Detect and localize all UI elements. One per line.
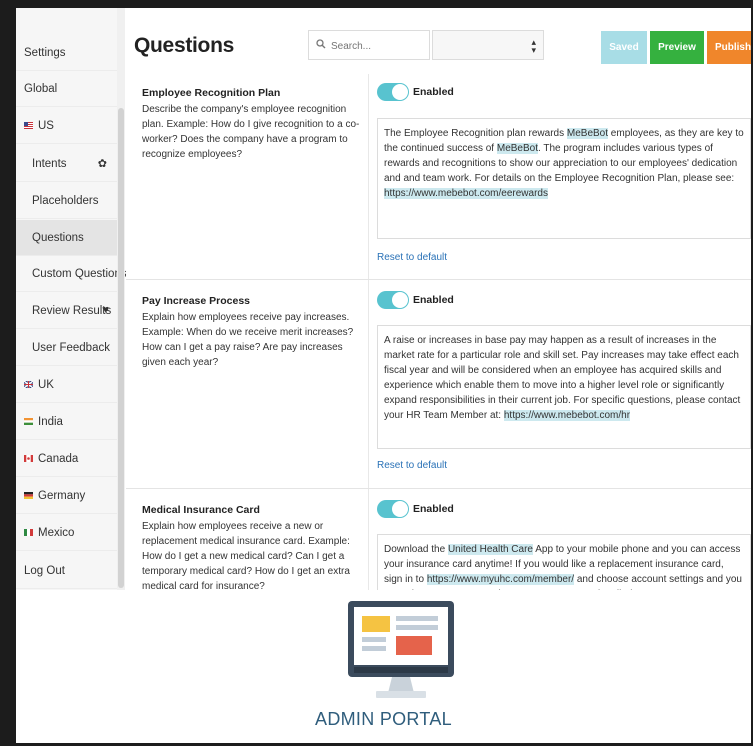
enabled-toggle[interactable] bbox=[377, 83, 409, 101]
sidebar-item-user-feedback[interactable]: User Feedback bbox=[16, 330, 117, 366]
question-description: Describe the company's employee recognit… bbox=[142, 104, 360, 160]
question-row: Employee Recognition Plan Describe the c… bbox=[126, 74, 751, 280]
sidebar-item-label: User Feedback bbox=[32, 341, 110, 354]
sidebar-item-label: Settings bbox=[24, 46, 66, 59]
sidebar-item-uk[interactable]: UK bbox=[16, 367, 117, 403]
enabled-toggle[interactable] bbox=[377, 291, 409, 309]
preview-button[interactable]: Preview bbox=[650, 31, 704, 64]
frame-border-top bbox=[0, 0, 753, 8]
search-input[interactable] bbox=[329, 36, 428, 56]
highlighted-text: https://www.mebebot.com/hr bbox=[503, 410, 631, 421]
sidebar-item-review-results[interactable]: Review Results ♥ bbox=[16, 293, 117, 329]
mexico-flag-icon bbox=[24, 529, 33, 536]
toggle-label: Enabled bbox=[413, 503, 454, 515]
sidebar-item-label: Log Out bbox=[24, 564, 65, 577]
sidebar-scrollbar-thumb[interactable] bbox=[118, 108, 124, 588]
highlighted-text: https://www.mebebot.com/eerewards bbox=[384, 188, 548, 199]
answer-textarea[interactable]: A raise or increases in base pay may hap… bbox=[377, 325, 751, 449]
column-divider bbox=[368, 74, 369, 279]
admin-portal-label: ADMIN PORTAL bbox=[315, 709, 452, 729]
sidebar-item-us[interactable]: US bbox=[16, 108, 117, 144]
sidebar-item-india[interactable]: India bbox=[16, 404, 117, 440]
highlighted-text: MeBeBot bbox=[566, 128, 609, 139]
sidebar-item-label: UK bbox=[38, 378, 54, 391]
sidebar-item-label: Custom Questions bbox=[32, 267, 127, 280]
india-flag-icon bbox=[24, 418, 33, 425]
column-divider bbox=[368, 280, 369, 488]
question-title: Employee Recognition Plan bbox=[142, 87, 281, 99]
sidebar-item-label: Questions bbox=[32, 231, 84, 244]
column-divider bbox=[368, 489, 369, 590]
question-title: Pay Increase Process bbox=[142, 295, 250, 307]
sidebar-item-canada[interactable]: Canada bbox=[16, 441, 117, 477]
germany-flag-icon bbox=[24, 492, 33, 499]
toggle-knob bbox=[392, 292, 408, 308]
sidebar-item-label: India bbox=[38, 415, 63, 428]
select-arrows-icon: ▴ ▾ bbox=[531, 37, 536, 55]
toggle-label: Enabled bbox=[413, 86, 454, 98]
toggle-knob bbox=[392, 501, 408, 517]
search-box[interactable] bbox=[308, 30, 430, 60]
sidebar-item-label: Intents bbox=[32, 157, 67, 170]
canada-flag-icon bbox=[24, 455, 33, 462]
saved-button[interactable]: Saved bbox=[601, 31, 647, 64]
filter-select[interactable]: ▴ ▾ bbox=[432, 30, 544, 60]
answer-textarea[interactable]: The Employee Recognition plan rewards Me… bbox=[377, 118, 751, 239]
heart-icon: ♥ bbox=[102, 304, 109, 316]
uk-flag-icon bbox=[24, 381, 33, 388]
enabled-toggle[interactable] bbox=[377, 500, 409, 518]
highlighted-text: MeBeBot bbox=[496, 143, 538, 154]
sidebar-item-global[interactable]: Global bbox=[16, 71, 117, 107]
sidebar-item-label: Review Results bbox=[32, 304, 112, 317]
sidebar-item-label: Germany bbox=[38, 489, 86, 502]
answer-textarea[interactable]: Download the United Health Care App to y… bbox=[377, 534, 751, 590]
publish-button[interactable]: Publish bbox=[707, 31, 751, 64]
gear-icon[interactable]: ✿ bbox=[98, 157, 107, 170]
frame-border-left bbox=[0, 0, 16, 746]
search-icon bbox=[316, 39, 326, 49]
sidebar: Settings Global US Intents ✿ Placeholder… bbox=[16, 8, 127, 590]
sidebar-scrollbar[interactable] bbox=[117, 8, 125, 590]
sidebar-item-settings[interactable]: Settings bbox=[16, 35, 117, 71]
question-description: Explain how employees receive a new or r… bbox=[142, 521, 350, 590]
reset-to-default-link[interactable]: Reset to default bbox=[377, 460, 447, 471]
admin-portal-logo-area: ADMIN PORTAL bbox=[16, 590, 751, 743]
monitor-icon bbox=[348, 601, 454, 698]
highlighted-text: https://www.myuhc.com/member/ bbox=[426, 574, 575, 585]
sidebar-item-placeholders[interactable]: Placeholders bbox=[16, 183, 117, 219]
toggle-knob bbox=[392, 84, 408, 100]
question-title: Medical Insurance Card bbox=[142, 504, 260, 516]
reset-to-default-link[interactable]: Reset to default bbox=[377, 252, 447, 263]
question-description: Explain how employees receive pay increa… bbox=[142, 312, 354, 368]
app-window: Settings Global US Intents ✿ Placeholder… bbox=[16, 8, 751, 590]
sidebar-item-label: US bbox=[38, 119, 54, 132]
answer-text: Download the bbox=[384, 544, 448, 555]
sidebar-item-intents[interactable]: Intents ✿ bbox=[16, 146, 117, 182]
question-row: Pay Increase Process Explain how employe… bbox=[126, 280, 751, 489]
sidebar-item-label: Mexico bbox=[38, 526, 75, 539]
sidebar-item-log-out[interactable]: Log Out bbox=[16, 553, 117, 589]
highlighted-text: United Health Care bbox=[447, 544, 533, 555]
question-row: Medical Insurance Card Explain how emplo… bbox=[126, 489, 751, 590]
answer-text: The Employee Recognition plan rewards bbox=[384, 128, 567, 139]
us-flag-icon bbox=[24, 122, 33, 129]
sidebar-item-label: Placeholders bbox=[32, 194, 99, 207]
sidebar-item-questions[interactable]: Questions bbox=[16, 220, 117, 256]
toggle-label: Enabled bbox=[413, 294, 454, 306]
questions-list: Employee Recognition Plan Describe the c… bbox=[126, 74, 751, 590]
sidebar-item-custom-questions[interactable]: Custom Questions bbox=[16, 256, 127, 292]
answer-text: A raise or increases in base pay may hap… bbox=[384, 335, 741, 421]
header: Questions ▴▾ Saved Preview Publish bbox=[126, 8, 751, 75]
page-title: Questions bbox=[134, 34, 234, 57]
sidebar-item-germany[interactable]: Germany bbox=[16, 478, 117, 514]
sidebar-item-mexico[interactable]: Mexico bbox=[16, 515, 117, 551]
sidebar-item-label: Global bbox=[24, 82, 58, 95]
sidebar-item-label: Canada bbox=[38, 452, 79, 465]
